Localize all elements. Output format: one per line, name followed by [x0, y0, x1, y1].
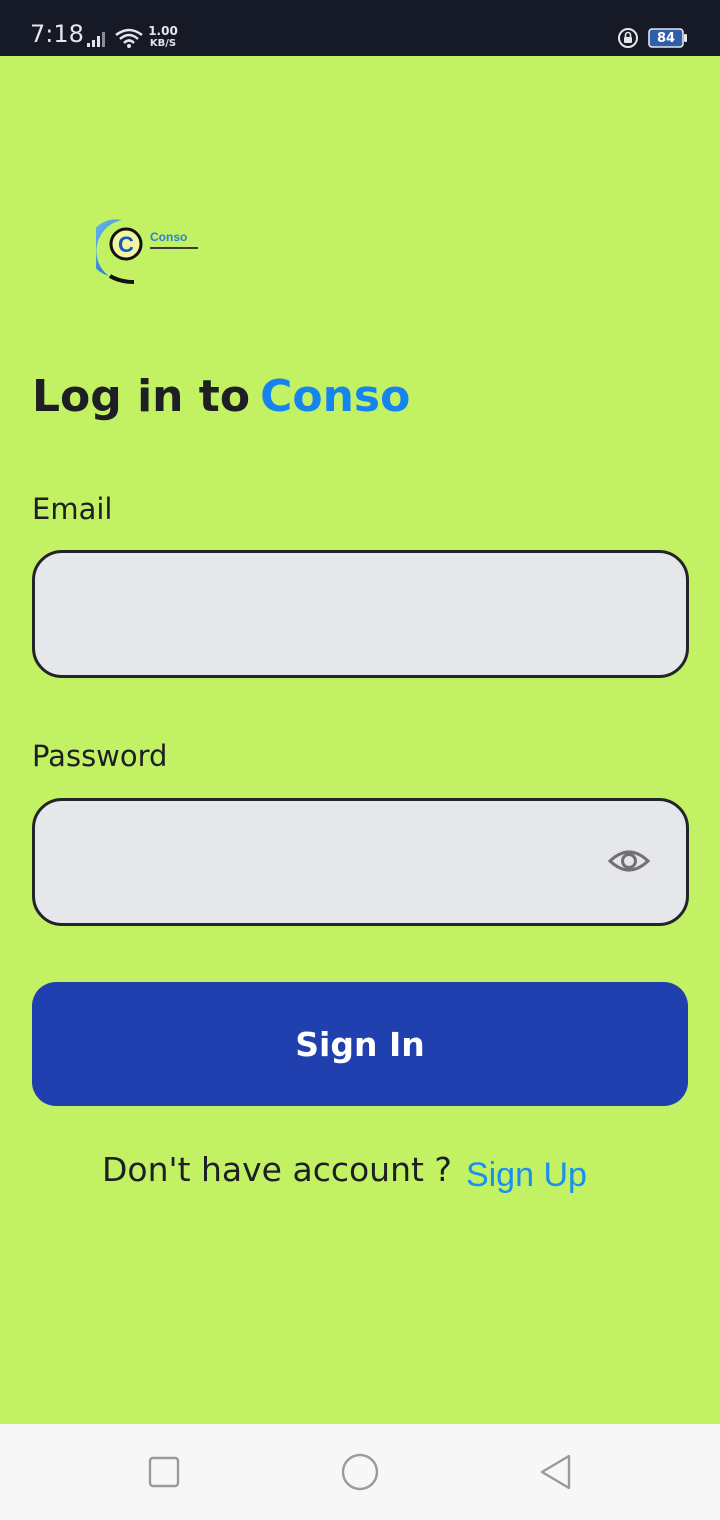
signup-prompt: Don't have account ? — [102, 1150, 452, 1189]
title-brand: Conso — [260, 371, 411, 422]
wifi-icon — [115, 28, 143, 48]
network-speed: 1.00 KB/S — [146, 24, 180, 50]
recents-icon[interactable] — [144, 1452, 184, 1492]
signup-row: Don't have account ? Sign Up — [102, 1150, 587, 1194]
email-field[interactable] — [55, 553, 619, 677]
navigation-bar — [0, 1424, 720, 1520]
sign-in-button[interactable]: Sign In — [32, 982, 688, 1106]
sign-up-link[interactable]: Sign Up — [466, 1156, 587, 1194]
logo-letter: C — [118, 232, 134, 257]
password-field[interactable] — [55, 801, 619, 925]
password-label: Password — [32, 739, 168, 773]
logo-brand-name: Conso — [150, 230, 188, 244]
rotation-lock-icon — [618, 28, 638, 48]
title-prefix: Log in to — [32, 371, 251, 422]
password-field-container[interactable] — [32, 798, 689, 926]
network-speed-value: 1.00 — [148, 24, 178, 38]
status-time: 7:18 — [30, 20, 84, 48]
email-label: Email — [32, 492, 113, 526]
conso-logo: C — [96, 219, 198, 284]
status-bar: 7:18 1.00 KB/S 84 — [0, 0, 720, 56]
home-icon[interactable] — [340, 1452, 380, 1492]
eye-icon[interactable] — [607, 845, 651, 877]
login-screen: 7:18 1.00 KB/S 84 C Conso Log in to Cons… — [0, 0, 720, 1520]
page-title: Log in to Conso — [32, 369, 410, 425]
signal-icon — [87, 32, 105, 47]
back-icon[interactable] — [536, 1452, 576, 1492]
network-speed-unit: KB/S — [149, 38, 177, 49]
battery-level: 84 — [656, 31, 676, 46]
email-field-container[interactable] — [32, 550, 689, 678]
